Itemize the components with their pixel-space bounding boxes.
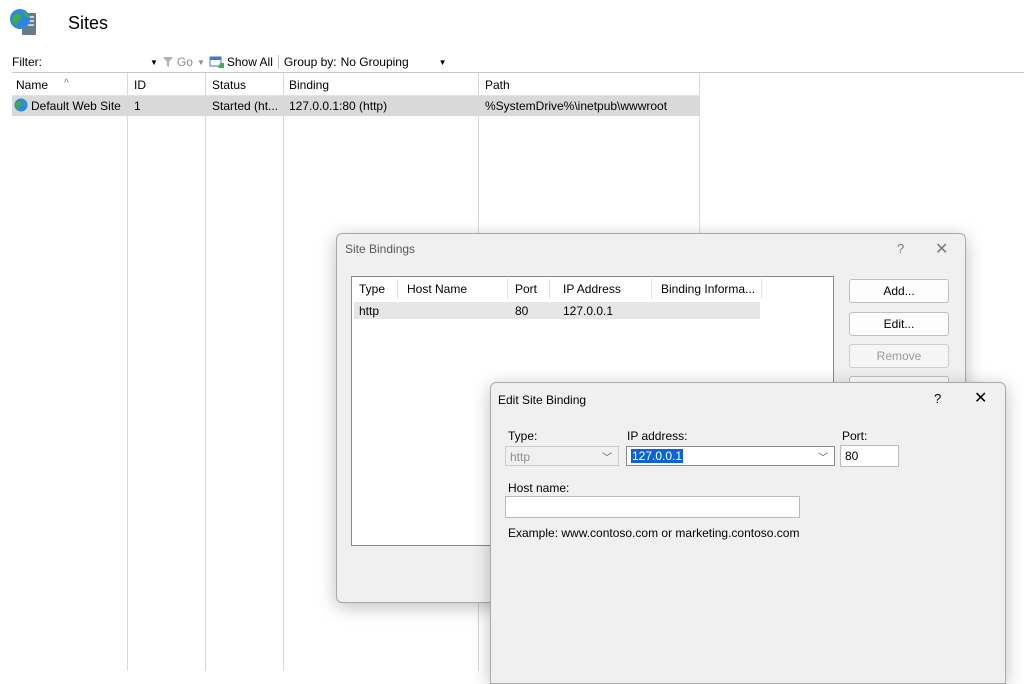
port-value: 80 — [845, 449, 859, 463]
col-path-header[interactable]: Path — [485, 78, 510, 92]
col-id-header[interactable]: ID — [134, 78, 146, 92]
binding-ip: 127.0.0.1 — [563, 304, 614, 318]
toolbar-separator — [277, 55, 279, 69]
type-label: Type: — [508, 429, 538, 443]
ip-address-combobox[interactable]: 127.0.0.1 ﹀ — [626, 446, 835, 466]
host-name-label: Host name: — [508, 481, 570, 495]
binding-port: 80 — [515, 304, 529, 318]
col-port-header[interactable]: Port — [515, 282, 537, 296]
site-name: Default Web Site — [31, 99, 121, 113]
binding-type: http — [359, 304, 380, 318]
col-host-header[interactable]: Host Name — [407, 282, 467, 296]
chevron-down-icon: ﹀ — [818, 453, 828, 464]
edit-button[interactable]: Edit... — [849, 312, 949, 336]
col-info-header[interactable]: Binding Informa... — [661, 282, 755, 296]
page-title: Sites — [68, 12, 109, 33]
table-header: Name ^ ID Status Binding Path — [12, 73, 700, 96]
column-divider — [206, 73, 284, 671]
chevron-down-icon: ▼ — [438, 57, 447, 67]
header-divider — [761, 279, 762, 299]
port-label: Port: — [842, 429, 868, 443]
filter-dropdown-arrow-icon[interactable]: ▼ — [150, 58, 158, 67]
page-header: Sites — [8, 6, 108, 40]
ip-address-label: IP address: — [627, 429, 688, 443]
col-type-header[interactable]: Type — [359, 282, 385, 296]
column-divider — [128, 73, 206, 671]
close-icon[interactable]: ✕ — [935, 239, 948, 259]
edit-site-binding-dialog: Edit Site Binding ? ✕ Type: http ﹀ IP ad… — [490, 382, 1006, 684]
help-icon[interactable]: ? — [897, 241, 904, 256]
go-button[interactable]: Go — [162, 55, 193, 69]
remove-button[interactable]: Remove — [849, 344, 949, 368]
col-name-header[interactable]: Name — [16, 78, 48, 92]
type-select[interactable]: http ﹀ — [505, 446, 619, 466]
site-status: Started (ht... — [212, 99, 279, 113]
dialog-title: Edit Site Binding — [498, 393, 587, 407]
site-binding: 127.0.0.1:80 (http) — [289, 99, 388, 113]
group-by-label: Group by: — [283, 55, 337, 69]
header-divider — [549, 279, 550, 299]
site-id: 1 — [134, 99, 141, 113]
go-dropdown-arrow-icon[interactable]: ▼ — [197, 58, 205, 67]
group-by-select[interactable]: No Grouping ▼ — [341, 55, 451, 69]
host-name-input[interactable] — [505, 496, 800, 518]
site-path: %SystemDrive%\inetpub\wwwroot — [485, 99, 668, 113]
table-row[interactable]: http 80 127.0.0.1 — [354, 302, 760, 319]
go-label: Go — [176, 55, 193, 69]
host-name-example: Example: www.contoso.com or marketing.co… — [508, 526, 800, 540]
header-divider — [397, 279, 398, 299]
col-status-header[interactable]: Status — [212, 78, 246, 92]
show-all-icon — [209, 56, 224, 68]
column-divider — [12, 73, 128, 671]
add-button[interactable]: Add... — [849, 279, 949, 303]
show-all-button[interactable]: Show All — [209, 55, 273, 69]
close-icon[interactable]: ✕ — [974, 388, 987, 408]
help-icon[interactable]: ? — [934, 391, 941, 406]
table-row[interactable]: Default Web Site 1 Started (ht... 127.0.… — [12, 96, 700, 116]
group-by-value: No Grouping — [340, 55, 409, 69]
filter-label: Filter: — [12, 55, 42, 69]
type-value: http — [510, 450, 531, 464]
col-binding-header[interactable]: Binding — [289, 78, 329, 92]
col-ip-header[interactable]: IP Address — [563, 282, 621, 296]
dialog-title: Site Bindings — [345, 242, 416, 256]
port-input[interactable]: 80 — [840, 445, 899, 467]
header-divider — [651, 279, 652, 299]
globe-icon — [14, 98, 28, 115]
sites-globe-icon — [8, 7, 42, 39]
filter-toolbar: Filter: ▼ Go ▼ Show All Group by: No Gro… — [12, 52, 1024, 73]
sort-caret-icon: ^ — [64, 78, 69, 89]
show-all-label: Show All — [226, 55, 273, 69]
ip-address-value: 127.0.0.1 — [631, 449, 684, 463]
chevron-down-icon: ﹀ — [602, 453, 612, 464]
funnel-icon — [162, 57, 173, 67]
header-divider — [507, 279, 508, 299]
